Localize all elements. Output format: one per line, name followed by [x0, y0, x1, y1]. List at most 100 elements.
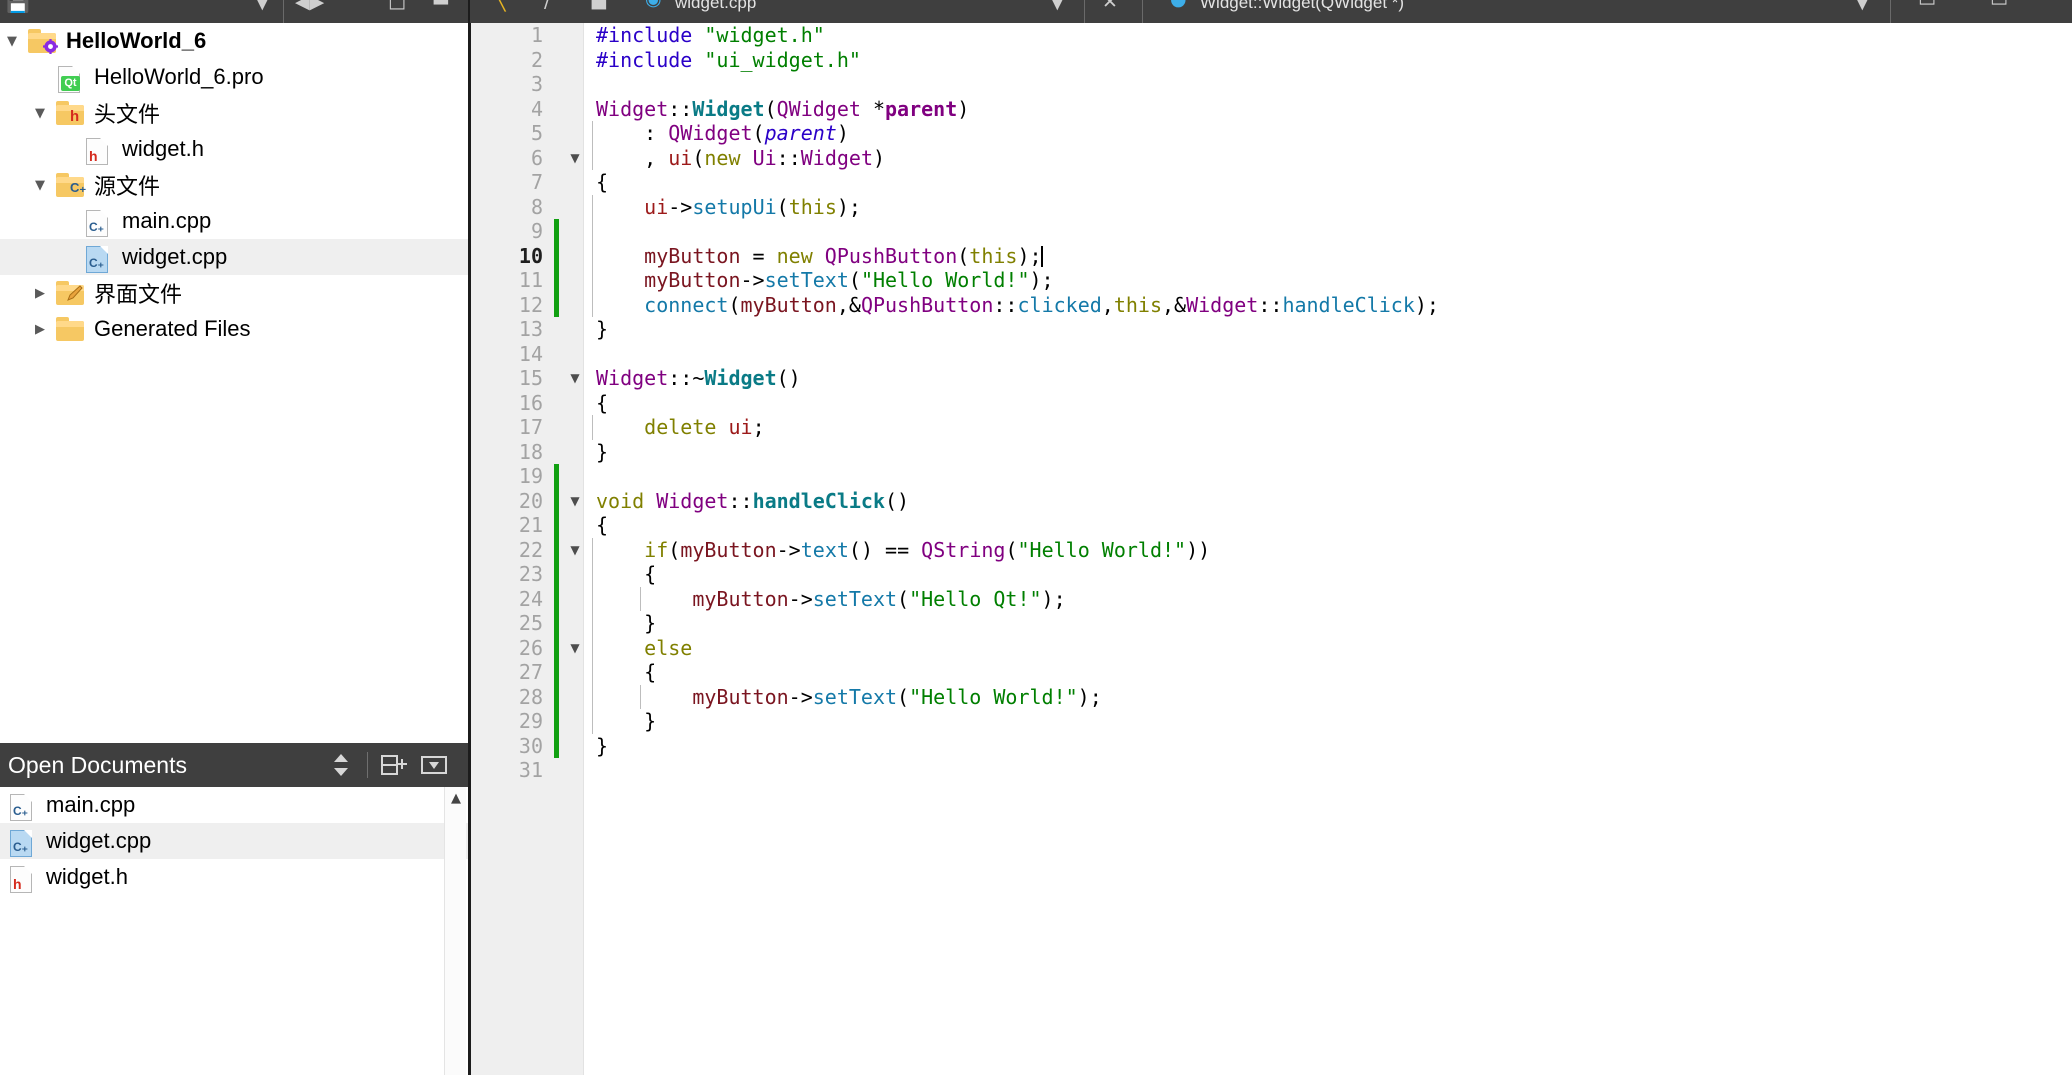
tree-item-helloworld-6[interactable]: HelloWorld_6: [0, 23, 468, 59]
toolbar-symbol-label[interactable]: Widget::Widget(QWidget *): [1200, 0, 1404, 11]
code-line[interactable]: 5 : QWidget(parent): [471, 121, 2072, 146]
chevron-down-icon[interactable]: [28, 106, 52, 121]
chevron-down-icon[interactable]: ▼: [1050, 0, 1065, 12]
code-line[interactable]: 12 connect(myButton,&QPushButton::clicke…: [471, 292, 2072, 317]
fold-collapse-icon[interactable]: ▼: [567, 538, 583, 563]
code-line[interactable]: 8 ui->setupUi(this);: [471, 194, 2072, 219]
code-line[interactable]: 6 ▼ , ui(new Ui::Widget): [471, 145, 2072, 171]
code-text: myButton->setText("Hello Qt!");: [692, 586, 1066, 611]
code-line[interactable]: 28 myButton->setText("Hello World!");: [471, 684, 2072, 709]
folder-headers-icon: h: [52, 98, 88, 128]
code-line[interactable]: 20 ▼ void Widget::handleClick(): [471, 488, 2072, 514]
line-number: 13: [518, 317, 543, 341]
indent-guide: [592, 219, 593, 244]
open-document-item[interactable]: h widget.h: [0, 859, 468, 895]
split-add-icon[interactable]: [374, 743, 414, 787]
split-icon[interactable]: ▭: [1918, 0, 1936, 10]
code-line[interactable]: 1 #include "widget.h": [471, 23, 2072, 48]
gear-icon: [43, 39, 58, 54]
split-icon[interactable]: □: [388, 0, 406, 11]
chevron-down-icon[interactable]: ▼: [1855, 0, 1870, 12]
history-icon[interactable]: ‾‾: [345, 0, 364, 11]
dropdown-menu-icon[interactable]: [414, 743, 454, 787]
code-line[interactable]: 15 ▼ Widget::~Widget(): [471, 366, 2072, 391]
chevron-right-icon[interactable]: [28, 322, 52, 337]
code-line[interactable]: 31: [471, 758, 2072, 783]
tree-item-helloworld-6-pro[interactable]: Qt HelloWorld_6.pro: [0, 59, 468, 95]
code-text: }: [596, 733, 609, 758]
tree-item-[interactable]: h 头文件: [0, 95, 468, 131]
fold-collapse-icon[interactable]: ▼: [567, 366, 583, 391]
close-icon[interactable]: ▭: [1990, 0, 2008, 10]
code-line[interactable]: 16 {: [471, 391, 2072, 416]
minimize-icon[interactable]: ▬: [432, 0, 450, 10]
sort-toggle-icon[interactable]: [321, 743, 361, 787]
chevron-down-icon[interactable]: [0, 34, 24, 49]
code-line[interactable]: 18}: [471, 440, 2072, 465]
open-document-item[interactable]: C₊ main.cpp: [0, 787, 468, 823]
code-line[interactable]: 26 ▼ else: [471, 635, 2072, 661]
code-line[interactable]: 17 delete ui;: [471, 415, 2072, 440]
scroll-up-icon[interactable]: ▲: [445, 787, 467, 809]
save-all-icon[interactable]: 💾: [6, 0, 30, 13]
code-line[interactable]: 7{: [471, 170, 2072, 195]
code-line[interactable]: 11 myButton->setText("Hello World!");: [471, 268, 2072, 293]
toolbar-left-group: 💾 ▼ ◀▶ ‾‾ □ ▬: [0, 0, 470, 23]
chevron-right-icon[interactable]: [28, 286, 52, 301]
code-line[interactable]: 23 {: [471, 562, 2072, 587]
code-line[interactable]: 10 myButton = new QPushButton(this);: [471, 243, 2072, 268]
line-number: 27: [518, 660, 543, 684]
stop-icon[interactable]: ■: [590, 0, 608, 11]
code-line[interactable]: 24 myButton->setText("Hello Qt!");: [471, 586, 2072, 611]
sort-toggle-glyph: [334, 754, 348, 776]
code-line[interactable]: 2 #include "ui_widget.h": [471, 48, 2072, 73]
sidebar-editor-divider[interactable]: [468, 0, 471, 1075]
indent-guide: [592, 415, 593, 440]
chevron-down-icon[interactable]: ▼: [255, 0, 270, 12]
nav-back-forward-icon[interactable]: ◀▶: [295, 0, 324, 12]
indent-guide: [592, 586, 593, 611]
change-bar: [554, 586, 559, 611]
code-line[interactable]: 25 }: [471, 611, 2072, 636]
code-line[interactable]: 3: [471, 72, 2072, 97]
open-document-item[interactable]: C₊ widget.cpp: [0, 823, 468, 859]
tree-item-widget-h[interactable]: h widget.h: [0, 131, 468, 167]
scrollbar-track[interactable]: [445, 809, 467, 1075]
fold-collapse-icon[interactable]: ▼: [567, 146, 583, 171]
code-line[interactable]: 9: [471, 219, 2072, 244]
toolbar-right-group: ╲ / ■ ◉ widget.cpp ▼ ✕ ● Widget::Widget(…: [470, 0, 2072, 23]
tree-item-widget-cpp[interactable]: C₊ widget.cpp: [0, 239, 468, 275]
code-line[interactable]: 19: [471, 464, 2072, 489]
tree-item-[interactable]: C₊ 源文件: [0, 167, 468, 203]
tree-item-[interactable]: 界面文件: [0, 275, 468, 311]
tree-item-label: HelloWorld_6.pro: [94, 64, 264, 89]
toolbar-open-file-label[interactable]: widget.cpp: [675, 0, 756, 11]
code-text: connect(myButton,&QPushButton::clicked,t…: [644, 292, 1439, 317]
code-line[interactable]: 27 {: [471, 660, 2072, 685]
code-line[interactable]: 13}: [471, 317, 2072, 342]
tree-item-label: HelloWorld_6: [66, 28, 207, 53]
change-bar: [554, 709, 559, 734]
line-number: 21: [518, 513, 543, 537]
tree-item-generated-files[interactable]: Generated Files: [0, 311, 468, 347]
code-line[interactable]: 21 {: [471, 513, 2072, 538]
open-documents-scrollbar[interactable]: ▲: [444, 787, 466, 1075]
change-bar: [554, 684, 559, 709]
fold-collapse-icon[interactable]: ▼: [567, 489, 583, 514]
code-line[interactable]: 4 Widget::Widget(QWidget *parent): [471, 97, 2072, 122]
chevron-down-icon[interactable]: [28, 178, 52, 193]
open-documents-list[interactable]: C₊ main.cpp C₊ widget.cpp h widget.h ▲: [0, 787, 468, 1075]
line-number: 3: [530, 72, 543, 96]
close-icon[interactable]: ✕: [1102, 0, 1118, 12]
project-tree[interactable]: HelloWorld_6 Qt HelloWorld_6.proh 头文件 h widge…: [0, 23, 468, 743]
code-line[interactable]: 14: [471, 342, 2072, 367]
code-lines[interactable]: 1 #include "widget.h" 2 #include "ui_widget…: [471, 23, 2072, 1075]
fold-collapse-icon[interactable]: ▼: [567, 636, 583, 661]
code-line[interactable]: 29 }: [471, 709, 2072, 734]
indent-guide: [592, 145, 593, 170]
code-line[interactable]: 22 ▼ if(myButton->text() == QString("Hell…: [471, 537, 2072, 563]
tree-item-main-cpp[interactable]: C₊ main.cpp: [0, 203, 468, 239]
code-line[interactable]: 30}: [471, 733, 2072, 758]
code-editor[interactable]: 1 #include "widget.h" 2 #include "ui_widget…: [471, 23, 2072, 1075]
change-bar: [554, 611, 559, 636]
